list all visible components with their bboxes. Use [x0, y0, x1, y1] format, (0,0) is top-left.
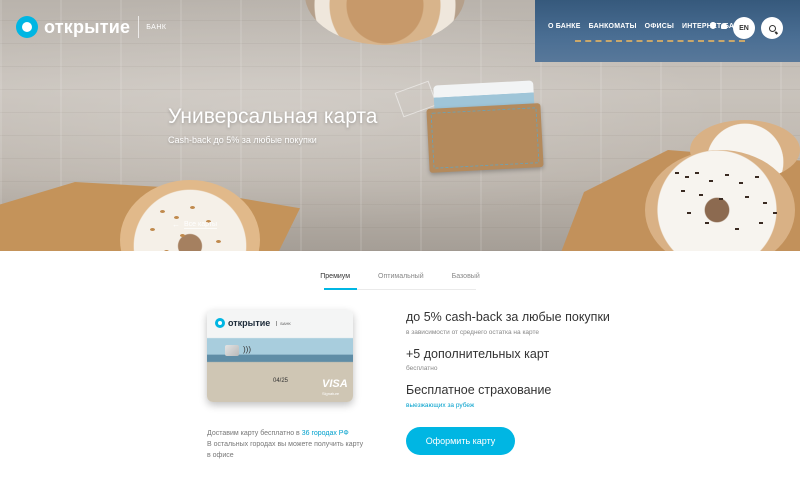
denim-image	[535, 0, 800, 62]
tab-optimal[interactable]: Оптимальный	[364, 273, 438, 289]
nav-atms[interactable]: БАНКОМАТЫ	[589, 23, 637, 30]
feature-cashback-note: в зависимости от среднего остатка на кар…	[406, 329, 540, 336]
visa-signature: Signature	[322, 391, 340, 396]
all-cards-label: Все карты	[184, 220, 218, 229]
search-icon	[768, 24, 776, 32]
apple-icon[interactable]	[710, 22, 716, 29]
contactless-icon: )))	[243, 345, 251, 354]
bank-logo[interactable]: открытие БАНК	[16, 16, 166, 38]
card-logo: открытие БАНК	[215, 318, 291, 328]
card-brand-sub: БАНК	[276, 320, 291, 326]
delivery-info: Доставим карту бесплатно в 36 городах РФ…	[207, 428, 367, 461]
language-button[interactable]: EN	[733, 17, 755, 39]
tab-basic[interactable]: Базовый	[438, 273, 494, 289]
search-button[interactable]	[761, 17, 783, 39]
logo-text: открытие	[44, 16, 131, 37]
nav-offices[interactable]: ОФИСЫ	[645, 23, 674, 30]
delivery-rest: В остальных городах вы можете получить к…	[207, 441, 364, 459]
logo-icon	[16, 16, 38, 38]
arrow-left-icon: ←	[172, 220, 180, 229]
card-sleeve-image	[426, 103, 544, 173]
delivery-prefix: Доставим карту бесплатно в	[207, 430, 302, 437]
feature-insurance-title: Бесплатное страхование	[406, 383, 552, 397]
feature-insurance-link[interactable]: выезжающих за рубеж	[406, 402, 474, 409]
feature-extra-cards-note: бесплатно	[406, 365, 438, 372]
active-tab-indicator	[324, 288, 357, 290]
card-logo-icon	[215, 318, 225, 328]
feature-extra-cards-title: +5 дополнительных карт	[406, 347, 550, 361]
hero-subtitle: Cash-back до 5% за любые покупки	[168, 135, 317, 145]
logo-divider	[138, 16, 140, 38]
all-cards-link[interactable]: ← Все карты	[172, 220, 218, 229]
delivery-cities-link[interactable]: 36 городах РФ	[302, 430, 349, 437]
card-expiry: 04/25	[273, 378, 289, 384]
card-image: открытие БАНК ))) 04/25 VISA Signature	[207, 310, 353, 402]
visa-logo: VISA	[322, 378, 348, 390]
tariff-tabs: Премиум Оптимальный Базовый	[0, 273, 800, 289]
android-icon[interactable]	[721, 23, 727, 29]
hero-title: Универсальная карта	[168, 105, 378, 128]
tab-premium[interactable]: Премиум	[306, 273, 364, 289]
order-card-button[interactable]: Оформить карту	[406, 427, 515, 455]
feature-cashback-title: до 5% cash-back за любые покупки	[406, 310, 610, 324]
card-brand: открытие	[228, 318, 271, 328]
chip-icon	[225, 345, 239, 356]
logo-subtitle: БАНК	[146, 23, 167, 31]
nav-about[interactable]: О БАНКЕ	[548, 23, 581, 30]
